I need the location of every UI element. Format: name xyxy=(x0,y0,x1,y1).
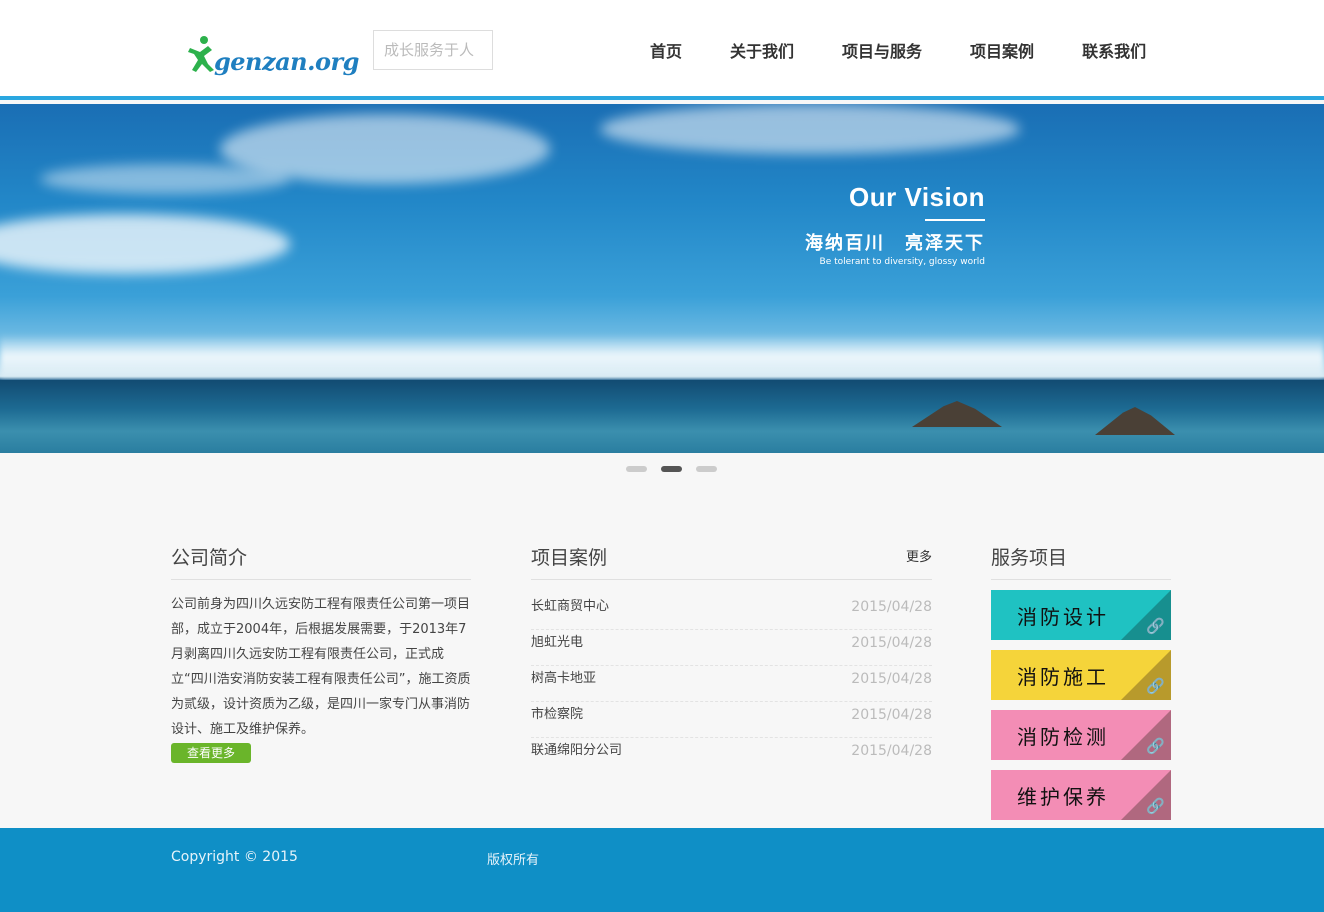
service-construction-button[interactable]: 消防施工 🔗 xyxy=(991,650,1171,700)
nav-home[interactable]: 首页 xyxy=(650,38,682,62)
slider-dot-2[interactable] xyxy=(661,466,682,472)
service-maintenance-button[interactable]: 维护保养 🔗 xyxy=(991,770,1171,820)
hero-banner[interactable]: Our Vision 海纳百川 亮泽天下 Be tolerant to dive… xyxy=(0,104,1324,453)
cases-more-link[interactable]: 更多 xyxy=(906,546,932,565)
case-date: 2015/04/28 xyxy=(851,743,932,759)
view-more-button[interactable]: 查看更多 xyxy=(171,743,251,763)
vision-divider xyxy=(925,219,985,221)
service-label: 维护保养 xyxy=(1017,785,1109,809)
cloud xyxy=(40,164,290,194)
main-nav: 首页 关于我们 项目与服务 项目案例 联系我们 xyxy=(650,38,1146,62)
case-list: 长虹商贸中心 2015/04/28 旭虹光电 2015/04/28 树高卡地亚 … xyxy=(531,594,932,774)
horizon-clouds xyxy=(0,334,1324,378)
services-section: 服务项目 消防设计 🔗 消防施工 🔗 消防检测 🔗 维护保养 🔗 xyxy=(991,543,1171,830)
case-date: 2015/04/28 xyxy=(851,635,932,651)
case-date: 2015/04/28 xyxy=(851,707,932,723)
cloud xyxy=(0,214,290,274)
vision-caption: Our Vision 海纳百川 亮泽天下 Be tolerant to dive… xyxy=(800,182,985,267)
nav-about[interactable]: 关于我们 xyxy=(730,38,794,62)
vision-subtitle: 海纳百川 亮泽天下 xyxy=(805,233,985,254)
service-inspection-button[interactable]: 消防检测 🔗 xyxy=(991,710,1171,760)
service-label: 消防设计 xyxy=(1017,605,1109,629)
site-footer: Copyright © 2015 版权所有 xyxy=(0,828,1324,912)
service-label: 消防施工 xyxy=(1017,665,1109,689)
nav-contact[interactable]: 联系我们 xyxy=(1082,38,1146,62)
case-name[interactable]: 树高卡地亚 xyxy=(531,666,596,701)
cases-section: 项目案例 更多 长虹商贸中心 2015/04/28 旭虹光电 2015/04/2… xyxy=(531,543,932,774)
link-icon: 🔗 xyxy=(1146,617,1165,635)
services-title: 服务项目 xyxy=(991,547,1068,569)
list-item[interactable]: 联通绵阳分公司 2015/04/28 xyxy=(531,738,932,774)
cases-title: 项目案例 xyxy=(531,547,608,569)
vision-subtitle-en: Be tolerant to diversity, glossy world xyxy=(819,257,985,267)
services-header: 服务项目 xyxy=(991,543,1171,580)
case-name[interactable]: 长虹商贸中心 xyxy=(531,594,609,629)
cloud xyxy=(600,104,1020,154)
nav-services[interactable]: 项目与服务 xyxy=(842,38,922,62)
runner-logo-icon xyxy=(188,36,214,72)
slider-dot-1[interactable] xyxy=(626,466,647,472)
copyright-text: Copyright © 2015 xyxy=(171,849,298,865)
service-design-button[interactable]: 消防设计 🔗 xyxy=(991,590,1171,640)
slider-dot-3[interactable] xyxy=(696,466,717,472)
link-icon: 🔗 xyxy=(1146,737,1165,755)
list-item[interactable]: 长虹商贸中心 2015/04/28 xyxy=(531,594,932,630)
about-header: 公司简介 xyxy=(171,543,471,580)
rights-text: 版权所有 xyxy=(487,853,540,868)
about-section: 公司简介 公司前身为四川久远安防工程有限责任公司第一项目部，成立于2004年，后… xyxy=(171,543,471,763)
case-date: 2015/04/28 xyxy=(851,599,932,615)
about-title: 公司简介 xyxy=(171,547,248,569)
link-icon: 🔗 xyxy=(1146,677,1165,695)
list-item[interactable]: 市检察院 2015/04/28 xyxy=(531,702,932,738)
link-icon: 🔗 xyxy=(1146,797,1165,815)
case-name[interactable]: 市检察院 xyxy=(531,702,583,737)
list-item[interactable]: 树高卡地亚 2015/04/28 xyxy=(531,666,932,702)
nav-cases[interactable]: 项目案例 xyxy=(970,38,1034,62)
case-name[interactable]: 旭虹光电 xyxy=(531,630,583,665)
slider-dots xyxy=(626,466,731,472)
site-logo[interactable]: genzan.org xyxy=(186,30,359,74)
logo-text: genzan.org xyxy=(214,47,359,76)
service-label: 消防检测 xyxy=(1017,725,1109,749)
slogan-box: 成长服务于人 xyxy=(373,30,493,70)
services-list: 消防设计 🔗 消防施工 🔗 消防检测 🔗 维护保养 🔗 xyxy=(991,590,1171,820)
about-text: 公司前身为四川久远安防工程有限责任公司第一项目部，成立于2004年，后根据发展需… xyxy=(171,597,471,737)
case-date: 2015/04/28 xyxy=(851,671,932,687)
site-header: genzan.org 成长服务于人 首页 关于我们 项目与服务 项目案例 联系我… xyxy=(0,0,1324,100)
case-name[interactable]: 联通绵阳分公司 xyxy=(531,738,622,774)
list-item[interactable]: 旭虹光电 2015/04/28 xyxy=(531,630,932,666)
cases-header: 项目案例 更多 xyxy=(531,543,932,580)
vision-title: Our Vision xyxy=(849,182,985,212)
